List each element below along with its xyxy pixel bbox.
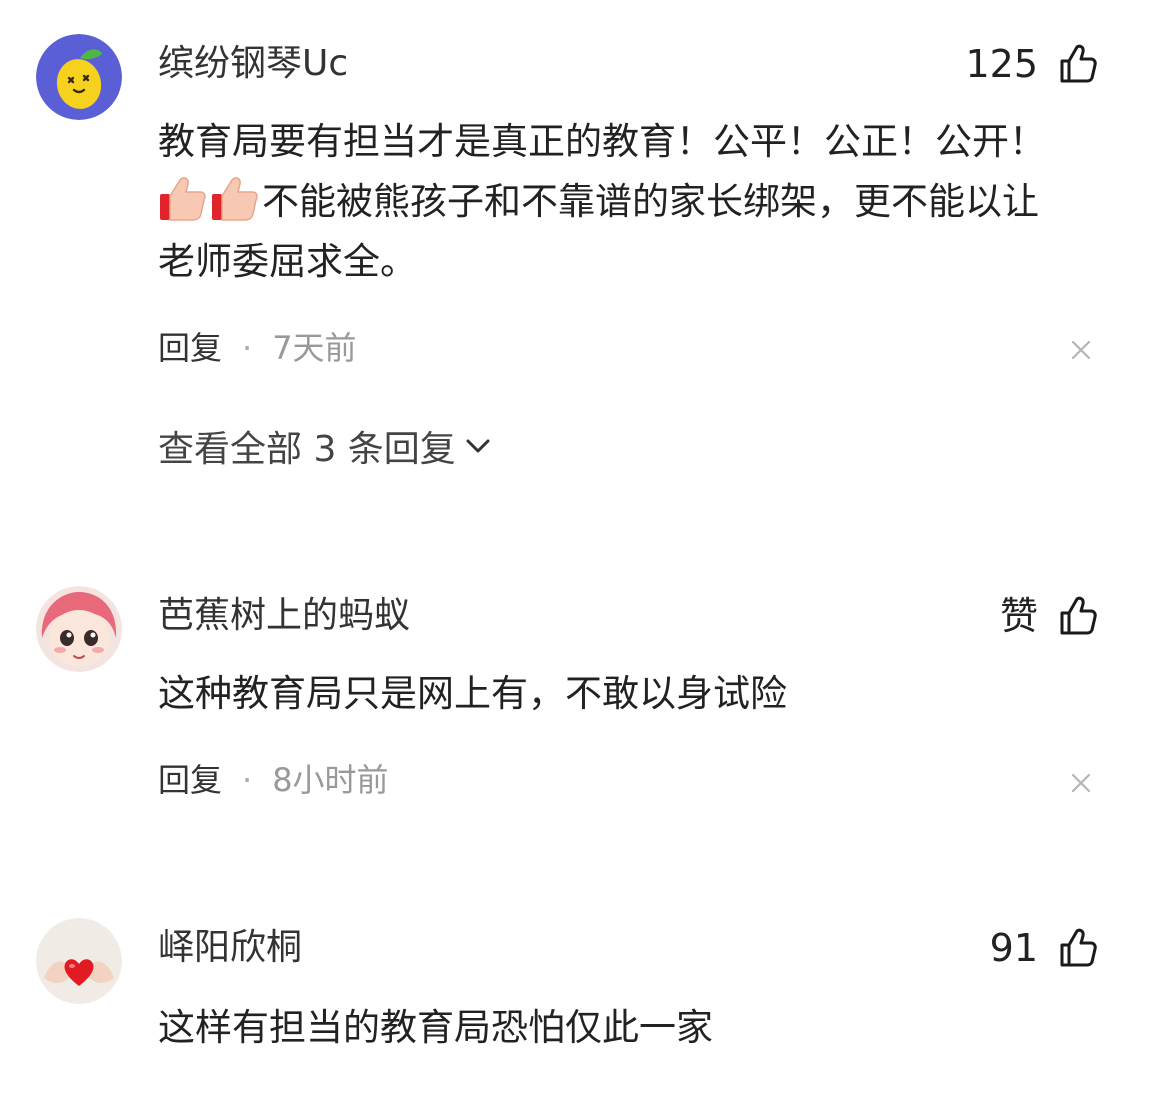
username[interactable]: 峄阳欣桐 [158,926,302,970]
reply-button[interactable]: 回复 [158,328,222,368]
close-icon[interactable] [1070,339,1092,361]
separator-dot: · [242,761,253,799]
avatar[interactable] [36,586,122,672]
view-all-replies-label: 查看全部 3 条回复 [158,429,456,470]
thumbs-up-emoji-icon [160,177,206,221]
comment-meta: 回复 · 8小时前 [158,760,389,800]
comment-meta: 回复 · 7天前 [158,328,357,368]
comment-text-line: 教育局要有担当才是真正的教育！公平！公正！公开！ [158,120,1046,163]
comment-text-line: 不能被熊孩子和不靠谱的家长绑架，更不能以让 [158,172,1108,232]
like-button[interactable]: 赞 [1000,592,1098,640]
thumbs-up-icon [1060,596,1097,635]
like-count: 91 [989,926,1038,970]
avatar[interactable] [36,34,122,120]
heart-hands-avatar-icon [36,918,122,1004]
like-count: 125 [965,42,1038,86]
close-icon[interactable] [1070,772,1092,794]
timestamp: 7天前 [272,329,357,367]
thumbs-up-icon [1060,44,1097,83]
thumbs-up-icon [1060,928,1097,967]
like-button[interactable]: 125 [965,40,1098,88]
separator-dot: · [242,329,253,367]
comment-text: 这种教育局只是网上有，不敢以身试险 [158,672,787,715]
comment-text: 教育局要有担当才是真正的教育！公平！公正！公开！ 不能被熊孩子和不靠谱的家长绑架… [158,112,1108,292]
username[interactable]: 缤纷钢琴Uc [158,42,348,86]
lemon-avatar-icon [36,34,122,120]
comment-text-segment: 不能被熊孩子和不靠谱的家长绑架，更不能以让 [262,180,1039,223]
reply-button[interactable]: 回复 [158,760,222,800]
girl-avatar-icon [36,586,122,672]
avatar[interactable] [36,918,122,1004]
thumbs-up-emoji-icon [212,177,258,221]
comment-text-line: 老师委屈求全。 [158,240,417,283]
view-all-replies-button[interactable]: 查看全部 3 条回复 [158,422,492,470]
like-button[interactable]: 91 [990,924,1098,972]
timestamp: 8小时前 [272,761,389,799]
chevron-down-icon [466,439,490,453]
like-label: 赞 [999,594,1038,638]
username[interactable]: 芭蕉树上的蚂蚁 [158,594,410,638]
comment-text: 这样有担当的教育局恐怕仅此一家 [158,1006,713,1049]
